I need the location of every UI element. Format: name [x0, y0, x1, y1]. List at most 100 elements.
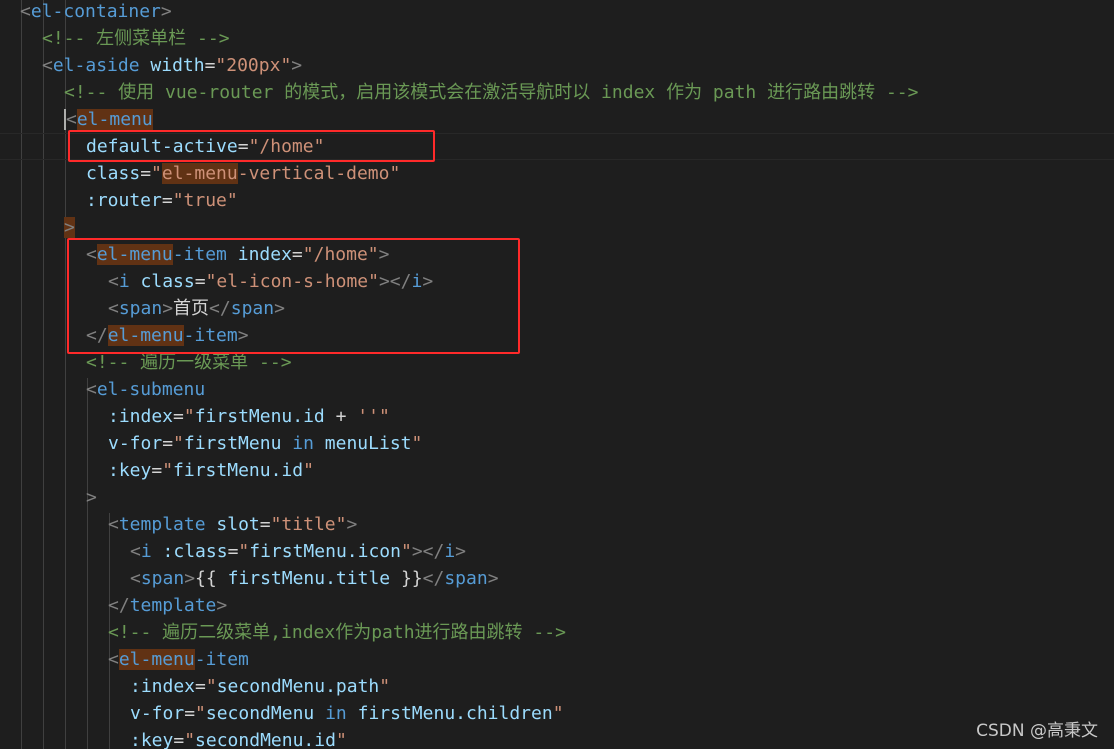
code-token: in: [325, 703, 347, 724]
code-token: ": [183, 406, 195, 427]
code-token: :index: [108, 406, 174, 427]
code-token: in: [292, 433, 314, 454]
code-token: el-aside: [52, 55, 140, 76]
code-line[interactable]: :index="firstMenu.id + ''": [0, 403, 390, 430]
code-token: >: [487, 568, 499, 589]
code-token: =: [140, 163, 152, 184]
code-line[interactable]: </template>: [0, 592, 227, 619]
code-token: <!-- 遍历二级菜单,index作为path进行路由跳转 -->: [108, 622, 566, 643]
code-token: =: [151, 460, 163, 481]
code-token: >: [64, 217, 75, 238]
code-token: <!-- 左侧菜单栏 -->: [42, 28, 230, 49]
code-token: >: [184, 568, 196, 589]
code-line[interactable]: <el-container>: [0, 0, 172, 25]
code-token: template: [129, 595, 217, 616]
code-token: >: [216, 595, 228, 616]
code-line[interactable]: :router="true": [0, 187, 238, 214]
code-token: :key: [108, 460, 152, 481]
code-token: ": [411, 433, 423, 454]
code-token: "title": [270, 514, 347, 535]
code-token: +: [324, 406, 358, 427]
code-token: =: [173, 730, 185, 749]
code-token: <!-- 遍历一级菜单 -->: [86, 352, 292, 373]
code-token: firstMenu.title: [227, 568, 391, 589]
code-token: :key: [130, 730, 174, 749]
code-token: el-submenu: [96, 379, 206, 400]
code-line[interactable]: :index="secondMenu.path": [0, 673, 390, 700]
code-line[interactable]: <el-menu: [0, 106, 153, 133]
code-token: -vertical-demo": [237, 163, 401, 184]
code-token: </: [422, 568, 445, 589]
annotation-box-default-active: [68, 130, 435, 162]
code-token: '': [357, 406, 379, 427]
code-line[interactable]: <template slot="title">: [0, 511, 357, 538]
code-token: el-container: [30, 1, 161, 22]
code-token: v-for: [130, 703, 185, 724]
code-line[interactable]: class="el-menu-vertical-demo": [0, 160, 400, 187]
code-token: ": [162, 460, 174, 481]
code-token: firstMenu.icon: [249, 541, 401, 562]
code-token: ": [303, 460, 314, 481]
code-token: ": [184, 730, 196, 749]
code-token: span: [140, 568, 185, 589]
code-token: ": [552, 703, 564, 724]
code-token: ": [173, 433, 184, 454]
code-line[interactable]: v-for="secondMenu in firstMenu.children": [0, 700, 564, 727]
code-token: =: [195, 676, 206, 697]
code-token: =: [227, 541, 239, 562]
code-token: ": [400, 541, 412, 562]
code-line[interactable]: >: [0, 214, 75, 241]
code-token: i: [444, 541, 456, 562]
code-line[interactable]: :key="secondMenu.id": [0, 727, 347, 749]
code-token: :router: [86, 190, 162, 211]
code-token: =: [204, 55, 216, 76]
code-token: =: [259, 514, 271, 535]
code-token: :index: [130, 676, 196, 697]
code-token: secondMenu.path: [216, 676, 380, 697]
code-token: :class: [162, 541, 228, 562]
code-line[interactable]: <el-menu-item: [0, 646, 249, 673]
code-token: >: [455, 541, 467, 562]
code-line[interactable]: <!-- 使用 vue-router 的模式，启用该模式会在激活导航时以 ind…: [0, 79, 918, 106]
code-token: ": [151, 163, 162, 184]
code-token: ></: [411, 541, 445, 562]
code-token: ": [195, 703, 206, 724]
code-line[interactable]: :key="firstMenu.id": [0, 457, 314, 484]
code-token: class: [86, 163, 141, 184]
code-editor[interactable]: <el-container> <!-- 左侧菜单栏 --> <el-aside wi…: [0, 0, 1114, 749]
code-line[interactable]: >: [0, 484, 97, 511]
code-token: ": [378, 406, 390, 427]
code-token: <: [108, 514, 119, 535]
code-token: ": [238, 541, 250, 562]
code-token: <: [108, 649, 119, 670]
code-token: span: [444, 568, 488, 589]
code-line[interactable]: <!-- 遍历二级菜单,index作为path进行路由跳转 -->: [0, 619, 566, 646]
code-token: <: [20, 1, 31, 22]
code-token: firstMenu: [183, 433, 282, 454]
code-token: "200px": [215, 55, 292, 76]
code-token: {{: [195, 568, 228, 589]
code-token: firstMenu.children: [357, 703, 553, 724]
code-line[interactable]: <el-aside width="200px">: [0, 52, 302, 79]
code-token: v-for: [108, 433, 163, 454]
code-line[interactable]: <i :class="firstMenu.icon"></i>: [0, 538, 466, 565]
code-token: menuList: [324, 433, 412, 454]
code-token: el-menu: [76, 109, 153, 130]
code-token: "true": [172, 190, 238, 211]
code-token: slot: [216, 514, 260, 535]
code-token: firstMenu.id: [173, 460, 304, 481]
code-line[interactable]: <span>{{ firstMenu.title }}</span>: [0, 565, 499, 592]
code-token: ": [335, 730, 347, 749]
code-token: <: [130, 568, 141, 589]
code-line[interactable]: v-for="firstMenu in menuList": [0, 430, 422, 457]
code-token: secondMenu: [205, 703, 315, 724]
code-line[interactable]: <!-- 左侧菜单栏 -->: [0, 25, 230, 52]
code-token: secondMenu.id: [195, 730, 336, 749]
code-line[interactable]: <el-submenu: [0, 376, 205, 403]
code-token: =: [173, 406, 184, 427]
code-token: <: [86, 379, 97, 400]
